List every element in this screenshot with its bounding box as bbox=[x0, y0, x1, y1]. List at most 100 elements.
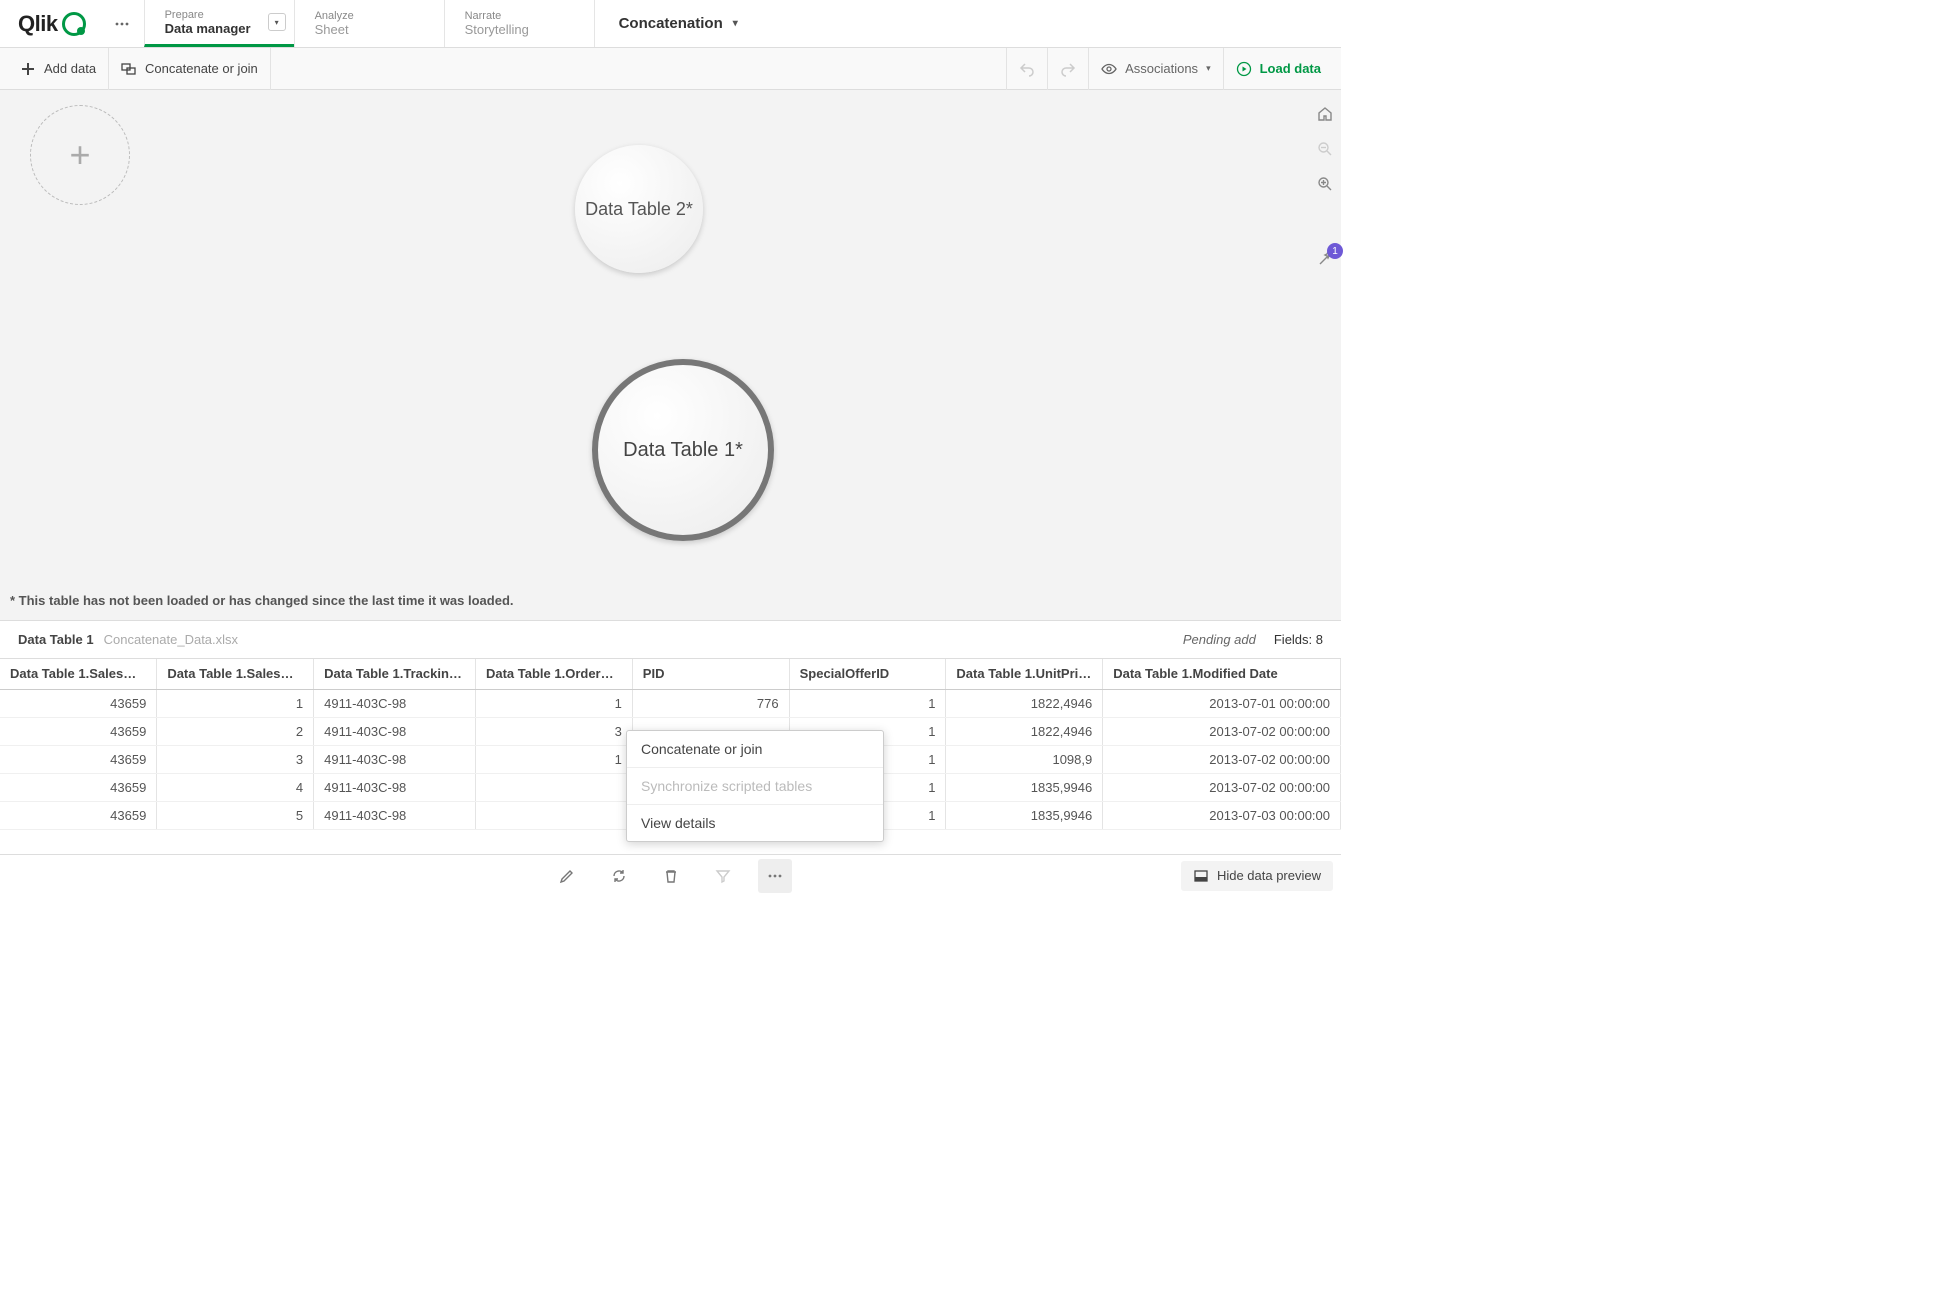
concatenate-icon bbox=[121, 61, 137, 77]
add-table-bubble[interactable]: + bbox=[30, 105, 130, 205]
plus-icon bbox=[20, 61, 36, 77]
app-name: Concatenation bbox=[619, 15, 723, 32]
load-data-label: Load data bbox=[1260, 61, 1321, 76]
pencil-icon bbox=[559, 868, 575, 884]
undo-button[interactable] bbox=[1006, 48, 1047, 90]
table-bubble-2[interactable]: Data Table 2* bbox=[575, 145, 703, 273]
table-cell: 4 bbox=[157, 773, 314, 801]
preview-header: Data Table 1 Concatenate_Data.xlsx Pendi… bbox=[0, 620, 1341, 658]
nav-tab-analyze[interactable]: Analyze Sheet bbox=[294, 0, 444, 47]
app-name-dropdown[interactable]: Concatenation ▾ bbox=[594, 0, 762, 47]
col-header-4[interactable]: PID bbox=[632, 659, 789, 689]
refresh-icon bbox=[611, 868, 627, 884]
table-cell: 2013-07-03 00:00:00 bbox=[1103, 801, 1341, 829]
bubble-2-label: Data Table 2* bbox=[585, 199, 693, 220]
add-data-button[interactable]: Add data bbox=[8, 48, 109, 90]
col-header-2[interactable]: Data Table 1.Tracking… bbox=[314, 659, 476, 689]
col-header-7[interactable]: Data Table 1.Modified Date bbox=[1103, 659, 1341, 689]
table-cell: 1 bbox=[157, 689, 314, 717]
table-cell: 4911-403C-98 bbox=[314, 773, 476, 801]
ctx-synchronize-scripted: Synchronize scripted tables bbox=[627, 768, 883, 805]
top-nav: Qlik Prepare Data manager ▾ Analyze Shee… bbox=[0, 0, 1341, 48]
table-cell: 4911-403C-98 bbox=[314, 717, 476, 745]
table-cell: 1835,9946 bbox=[946, 773, 1103, 801]
nav-analyze-label: Analyze bbox=[315, 10, 424, 22]
table-cell: 4911-403C-98 bbox=[314, 801, 476, 829]
load-data-button[interactable]: Load data bbox=[1223, 48, 1333, 90]
zoom-out-icon bbox=[1317, 141, 1333, 157]
table-cell: 1822,4946 bbox=[946, 689, 1103, 717]
col-header-5[interactable]: SpecialOfferID bbox=[789, 659, 946, 689]
logo-area: Qlik bbox=[0, 0, 100, 47]
table-cell: 1835,9946 bbox=[946, 801, 1103, 829]
hide-preview-button[interactable]: Hide data preview bbox=[1181, 861, 1333, 891]
associations-canvas[interactable]: + Data Table 2* Data Table 1* 1 * This t… bbox=[0, 90, 1341, 620]
concatenate-button[interactable]: Concatenate or join bbox=[109, 48, 271, 90]
table-row[interactable]: 4365914911-403C-98177611822,49462013-07-… bbox=[0, 689, 1341, 717]
reload-button[interactable] bbox=[602, 859, 636, 893]
pending-add-label: Pending add bbox=[1183, 632, 1256, 647]
table-header-row: Data Table 1.SalesOr… Data Table 1.Sales… bbox=[0, 659, 1341, 689]
nav-tab-prepare[interactable]: Prepare Data manager ▾ bbox=[144, 0, 294, 47]
table-cell: 2013-07-01 00:00:00 bbox=[1103, 689, 1341, 717]
table-cell: 1 bbox=[789, 689, 946, 717]
panel-icon bbox=[1193, 868, 1209, 884]
canvas-side-tools: 1 bbox=[1317, 106, 1333, 270]
col-header-1[interactable]: Data Table 1.SalesOr… bbox=[157, 659, 314, 689]
context-menu: Concatenate or join Synchronize scripted… bbox=[626, 730, 884, 842]
more-icon bbox=[114, 16, 130, 32]
preview-table-name: Data Table 1 bbox=[18, 632, 94, 647]
table-cell: 43659 bbox=[0, 689, 157, 717]
col-header-0[interactable]: Data Table 1.SalesOr… bbox=[0, 659, 157, 689]
delete-button[interactable] bbox=[654, 859, 688, 893]
plus-icon: + bbox=[69, 134, 90, 176]
zoom-out-button[interactable] bbox=[1317, 141, 1333, 160]
more-icon bbox=[767, 868, 783, 884]
table-cell: 2013-07-02 00:00:00 bbox=[1103, 773, 1341, 801]
table-cell: 43659 bbox=[0, 801, 157, 829]
col-header-6[interactable]: Data Table 1.UnitPrice bbox=[946, 659, 1103, 689]
table-cell: 2013-07-02 00:00:00 bbox=[1103, 717, 1341, 745]
redo-button[interactable] bbox=[1047, 48, 1088, 90]
more-actions-button[interactable] bbox=[758, 859, 792, 893]
nav-narrate-label: Narrate bbox=[465, 10, 574, 22]
table-cell: 776 bbox=[632, 689, 789, 717]
nav-narrate-main: Storytelling bbox=[465, 22, 574, 37]
table-cell: 4911-403C-98 bbox=[314, 745, 476, 773]
nav-analyze-main: Sheet bbox=[315, 22, 424, 37]
hide-preview-label: Hide data preview bbox=[1217, 868, 1321, 883]
nav-tab-narrate[interactable]: Narrate Storytelling bbox=[444, 0, 594, 47]
chevron-down-icon: ▾ bbox=[733, 18, 738, 29]
ctx-concatenate-or-join[interactable]: Concatenate or join bbox=[627, 731, 883, 768]
table-bubble-1[interactable]: Data Table 1* bbox=[592, 359, 774, 541]
concatenate-label: Concatenate or join bbox=[145, 61, 258, 76]
table-cell: 43659 bbox=[0, 717, 157, 745]
toolbar: Add data Concatenate or join Association… bbox=[0, 48, 1341, 90]
recommendations-button[interactable]: 1 bbox=[1317, 251, 1333, 270]
preview-file-name: Concatenate_Data.xlsx bbox=[104, 632, 238, 647]
chevron-down-icon: ▾ bbox=[1206, 63, 1211, 74]
canvas-footnote: * This table has not been loaded or has … bbox=[10, 593, 514, 608]
table-cell: 4911-403C-98 bbox=[314, 689, 476, 717]
chevron-down-icon[interactable]: ▾ bbox=[268, 13, 286, 31]
table-cell bbox=[475, 773, 632, 801]
table-cell: 1 bbox=[475, 689, 632, 717]
col-header-3[interactable]: Data Table 1.OrderQty bbox=[475, 659, 632, 689]
table-cell: 3 bbox=[157, 745, 314, 773]
table-cell: 5 bbox=[157, 801, 314, 829]
bottom-bar: Hide data preview bbox=[0, 854, 1341, 896]
zoom-in-button[interactable] bbox=[1317, 176, 1333, 195]
edit-button[interactable] bbox=[550, 859, 584, 893]
global-menu-button[interactable] bbox=[100, 0, 144, 47]
home-button[interactable] bbox=[1317, 106, 1333, 125]
associations-label: Associations bbox=[1125, 61, 1198, 76]
ctx-view-details[interactable]: View details bbox=[627, 805, 883, 841]
redo-icon bbox=[1060, 61, 1076, 77]
table-cell: 1098,9 bbox=[946, 745, 1103, 773]
table-cell: 2013-07-02 00:00:00 bbox=[1103, 745, 1341, 773]
table-cell bbox=[475, 801, 632, 829]
associations-dropdown[interactable]: Associations ▾ bbox=[1088, 48, 1223, 90]
nav-prepare-label: Prepare bbox=[165, 9, 274, 21]
table-cell: 1822,4946 bbox=[946, 717, 1103, 745]
filter-icon bbox=[715, 868, 731, 884]
